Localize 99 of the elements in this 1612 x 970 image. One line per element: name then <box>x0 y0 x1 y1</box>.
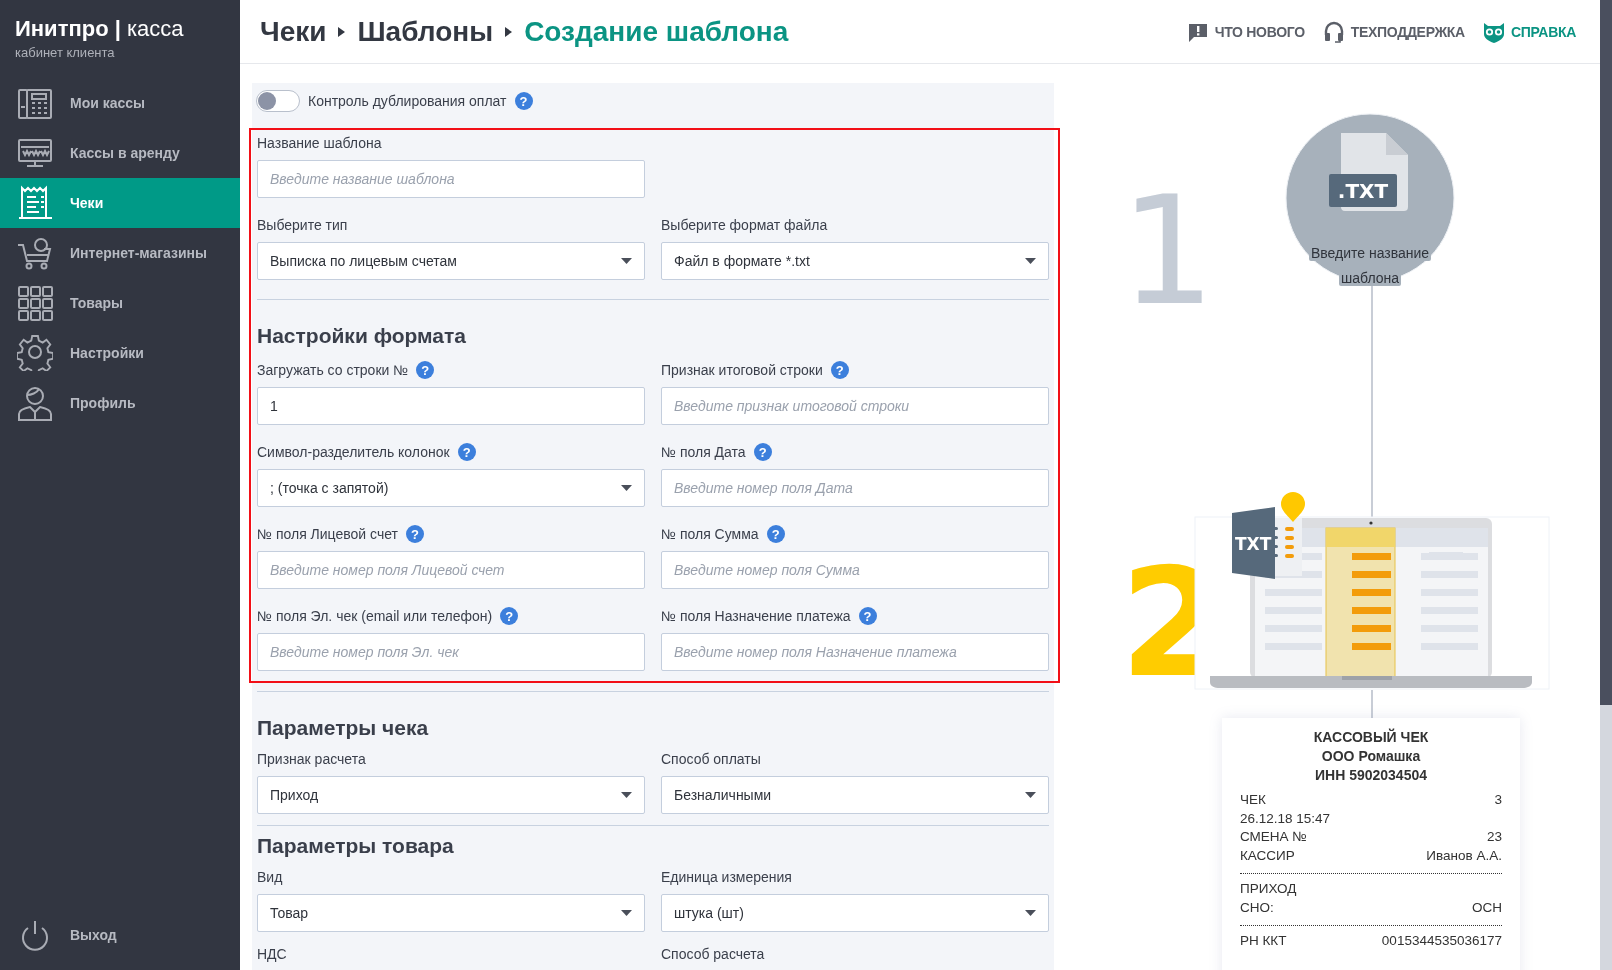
owl-icon <box>1482 20 1505 43</box>
breadcrumb-item: Создание шаблона <box>524 15 789 48</box>
dropdown[interactable]: ; (точка с запятой) <box>257 469 645 507</box>
field-label: Загружать со строки № <box>257 362 409 378</box>
field-label: № поля Эл. чек (email или телефон) <box>257 608 493 624</box>
caption-text: шаблона <box>1338 270 1401 286</box>
sidebar-item[interactable]: Профиль <box>0 378 240 428</box>
breadcrumb-item[interactable]: Чеки <box>260 15 327 48</box>
header-link[interactable]: ЧТО НОВОГО <box>1186 20 1305 43</box>
receipt-title: КАССОВЫЙ ЧЕК <box>1312 728 1430 747</box>
dropdown[interactable]: Выписка по лицевым счетам <box>257 242 645 280</box>
field-label: № поля Назначение платежа <box>661 608 851 624</box>
receipt-label: ЧЕК <box>1240 791 1266 809</box>
input-field[interactable]: Введите название шаблона <box>257 160 645 198</box>
chevron-icon <box>505 26 513 37</box>
receipt-value: ОСН <box>1472 898 1502 917</box>
field-label: Способ оплаты <box>661 751 761 767</box>
cart-icon <box>17 235 53 271</box>
field-label: № поля Дата <box>661 444 746 460</box>
chevron-icon <box>338 26 346 37</box>
field-label: НДС <box>257 946 287 962</box>
toggle-switch[interactable] <box>256 90 300 112</box>
receipt-label: ПРИХОД <box>1240 880 1297 898</box>
dropdown[interactable]: Безналичными <box>661 776 1049 814</box>
receipt-label: РН ККТ <box>1240 932 1287 950</box>
receipt-icon <box>17 185 53 221</box>
txt-label: TXT <box>1235 534 1272 554</box>
sidebar-item[interactable]: Чеки <box>0 178 240 228</box>
logout-item[interactable]: Выход <box>0 910 240 960</box>
sidebar-item[interactable]: Товары <box>0 278 240 328</box>
caret-icon <box>621 910 632 916</box>
caret-icon <box>621 485 632 491</box>
file-extension: .TXT <box>1337 179 1389 203</box>
input-field[interactable]: Введите номер поля Лицевой счет <box>257 551 645 589</box>
input-field[interactable]: Введите номер поля Сумма <box>661 551 1049 589</box>
field-label: Название шаблона <box>257 135 382 151</box>
section-title: Параметры чека <box>257 715 430 741</box>
field-label: Способ расчета <box>661 946 765 962</box>
help-icon[interactable]: ? <box>858 607 877 625</box>
dropdown[interactable]: Товар <box>257 894 645 932</box>
field-label: Признак расчета <box>257 751 366 767</box>
help-icon[interactable]: ? <box>766 525 785 543</box>
section-title: Параметры товара <box>257 833 455 859</box>
receipt-label: СНО: <box>1240 898 1274 917</box>
grid-icon <box>17 285 53 321</box>
field-label: № поля Сумма <box>661 526 759 542</box>
caret-icon <box>621 792 632 798</box>
field-label: Вид <box>257 869 283 885</box>
scrollbar-thumb[interactable] <box>1600 0 1612 705</box>
field-label: Признак итоговой строки <box>661 362 823 378</box>
step-number: 1 <box>1120 176 1216 326</box>
caption-text: Введите название <box>1308 245 1432 261</box>
section-title: Настройки формата <box>257 323 467 349</box>
input-field[interactable]: Введите номер поля Эл. чек <box>257 633 645 671</box>
sidebar-item[interactable]: Кассы в аренду <box>0 128 240 178</box>
receipt-value: Иванов А.А. <box>1426 846 1502 865</box>
receipt-label: СМЕНА № <box>1240 828 1307 846</box>
help-icon[interactable]: ? <box>405 525 424 543</box>
help-icon[interactable]: ? <box>500 607 519 625</box>
input-field[interactable]: Введите признак итоговой строки <box>661 387 1049 425</box>
gear-icon <box>17 335 53 371</box>
input-field[interactable]: 1 <box>257 387 645 425</box>
header-link[interactable]: СПРАВКА <box>1482 20 1576 43</box>
field-label: № поля Лицевой счет <box>257 526 398 542</box>
input-field[interactable]: Введите номер поля Дата <box>661 469 1049 507</box>
dropdown[interactable]: Файл в формате *.txt <box>661 242 1049 280</box>
receipt-value: 3 <box>1494 791 1502 809</box>
caret-icon <box>1025 910 1036 916</box>
sidebar-item[interactable]: Интернет-магазины <box>0 228 240 278</box>
help-icon[interactable]: ? <box>457 443 476 461</box>
breadcrumb-item[interactable]: Шаблоны <box>357 15 494 48</box>
receipt-label: 26.12.18 15:47 <box>1240 809 1331 828</box>
sidebar-item[interactable]: Настройки <box>0 328 240 378</box>
caret-icon <box>621 258 632 264</box>
help-icon[interactable]: ? <box>416 361 435 379</box>
headset-icon <box>1322 20 1345 43</box>
field-label: Выберите тип <box>257 217 348 233</box>
receipt-title: ИНН 5902034504 <box>1313 766 1428 785</box>
toggle-label: Контроль дублирования оплат <box>308 93 507 109</box>
caret-icon <box>1025 258 1036 264</box>
help-icon[interactable]: ? <box>830 361 849 379</box>
field-label: Единица измерения <box>661 869 792 885</box>
brand-subtitle: кабинет клиента <box>15 45 116 60</box>
receipt-value: 0015344535036177 <box>1381 932 1502 950</box>
dropdown[interactable]: Приход <box>257 776 645 814</box>
header-link[interactable]: ТЕХПОДДЕРЖКА <box>1322 20 1465 43</box>
input-field[interactable]: Введите номер поля Назначение платежа <box>661 633 1049 671</box>
brand-logo[interactable]: Инитпро | касса <box>15 16 240 42</box>
help-icon[interactable]: ? <box>514 92 533 110</box>
help-icon[interactable]: ? <box>753 443 772 461</box>
field-label: Символ-разделитель колонок <box>257 444 450 460</box>
person-icon <box>17 385 53 421</box>
receipt-label: КАССИР <box>1240 846 1295 865</box>
sidebar-item[interactable]: Мои кассы <box>0 78 240 128</box>
receipt-value: 23 <box>1486 828 1502 846</box>
dropdown[interactable]: штука (шт) <box>661 894 1049 932</box>
field-label: Выберите формат файла <box>661 217 828 233</box>
receipt-title: ООО Ромашка <box>1320 747 1422 766</box>
caret-icon <box>1025 792 1036 798</box>
